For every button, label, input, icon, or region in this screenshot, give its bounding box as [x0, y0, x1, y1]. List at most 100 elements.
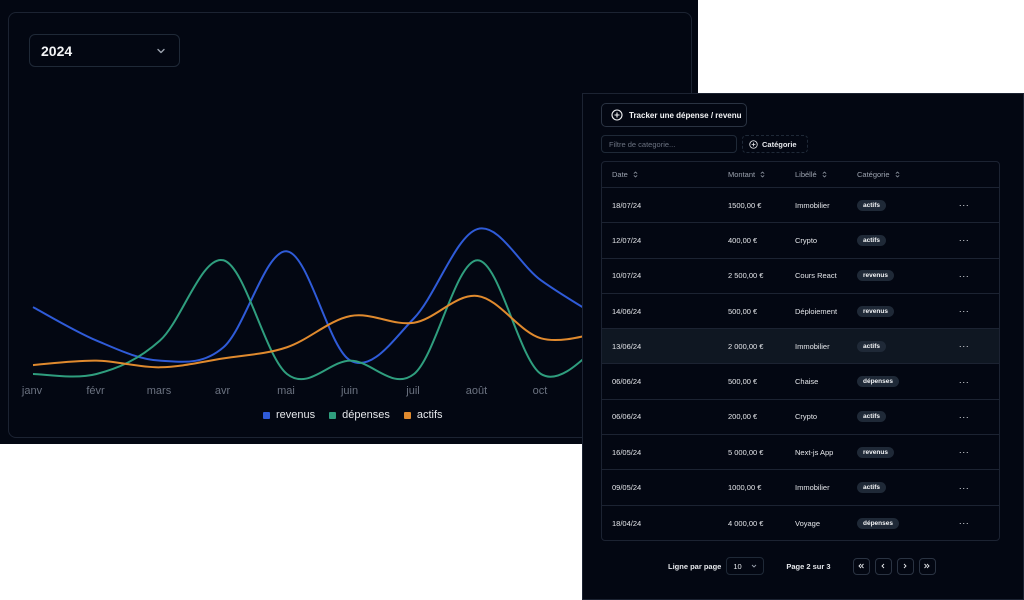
series-line-dépenses — [32, 259, 606, 381]
cell-amount: 500,00 € — [728, 306, 758, 316]
column-header-label: Date — [612, 170, 628, 179]
legend-item: actifs — [403, 409, 443, 421]
cell-date: 13/06/24 — [612, 341, 642, 351]
row-actions-menu-icon[interactable]: ··· — [954, 412, 974, 422]
row-actions-menu-icon[interactable]: ··· — [954, 341, 974, 351]
column-header-category[interactable]: Catégorie — [857, 170, 954, 179]
previous-page-button[interactable] — [874, 557, 892, 575]
cell-amount: 400,00 € — [728, 235, 758, 245]
chevrons-right-icon — [924, 563, 930, 569]
row-actions-menu-icon[interactable]: ··· — [954, 235, 974, 245]
row-actions-menu-icon[interactable]: ··· — [954, 483, 974, 493]
row-actions-menu-icon[interactable]: ··· — [954, 271, 974, 281]
page-info: Page 2 sur 3 — [786, 561, 831, 571]
column-header-amount[interactable]: Montant — [728, 170, 795, 179]
table-header: Date Montant Libéllé Catégorie — [602, 162, 999, 188]
category-filter-input[interactable] — [601, 135, 737, 153]
cell-date: 14/06/24 — [612, 306, 642, 316]
category-filter-label: Catégorie — [762, 139, 797, 149]
row-actions-menu-icon[interactable]: ··· — [954, 447, 974, 457]
cell-category: actifs — [857, 411, 954, 423]
cell-label: Voyage — [795, 518, 821, 528]
rows-per-page-value: 10 — [733, 561, 742, 571]
category-badge: actifs — [857, 234, 886, 246]
next-page-button[interactable] — [896, 557, 914, 575]
track-transaction-label: Tracker une dépense / revenu — [629, 110, 742, 120]
legend-swatch — [329, 411, 337, 419]
cell-category: actifs — [857, 482, 954, 494]
column-header-label: Montant — [728, 170, 756, 179]
cell-category: revenus — [857, 270, 954, 282]
rows-per-page-label: Ligne par page — [668, 561, 722, 571]
cell-category: actifs — [857, 340, 954, 352]
cell-amount: 500,00 € — [728, 377, 758, 387]
cell-date: 06/06/24 — [612, 377, 642, 387]
legend-item: revenus — [263, 409, 315, 421]
rows-per-page-select[interactable]: 10 — [726, 557, 765, 575]
cell-amount: 2 000,00 € — [728, 341, 764, 351]
table-row[interactable]: 09/05/24 1000,00 € Immobilier actifs ··· — [602, 470, 999, 506]
legend-label: actifs — [416, 409, 443, 421]
cell-label: Chaise — [795, 377, 819, 387]
sort-icon — [822, 171, 827, 178]
cell-category: revenus — [857, 446, 954, 458]
table-row[interactable]: 06/06/24 500,00 € Chaise dépenses ··· — [602, 364, 999, 400]
table-row[interactable]: 16/05/24 5 000,00 € Next-js App revenus ··· — [602, 435, 999, 471]
track-transaction-button[interactable]: Tracker une dépense / revenu — [601, 103, 747, 127]
category-badge: dépenses — [857, 376, 899, 388]
legend-swatch — [403, 411, 411, 419]
table-row[interactable]: 18/07/24 1500,00 € Immobilier actifs ··· — [602, 188, 999, 224]
x-tick-label: avr — [215, 385, 231, 397]
cell-category: actifs — [857, 199, 954, 211]
table-row[interactable]: 12/07/24 400,00 € Crypto actifs ··· — [602, 223, 999, 259]
column-header-date[interactable]: Date — [602, 170, 728, 179]
row-actions-menu-icon[interactable]: ··· — [954, 377, 974, 387]
category-badge: actifs — [857, 482, 886, 494]
sort-icon — [633, 171, 638, 178]
table-body: 18/07/24 1500,00 € Immobilier actifs ··· 12/0… — [602, 188, 999, 540]
table-row[interactable]: 18/04/24 4 000,00 € Voyage dépenses ··· — [602, 506, 999, 540]
legend-label: revenus — [276, 409, 316, 421]
cell-category: revenus — [857, 305, 954, 317]
cell-category: actifs — [857, 234, 954, 246]
category-badge: dépenses — [857, 517, 899, 529]
cell-date: 18/04/24 — [612, 518, 642, 528]
cell-label: Crypto — [795, 235, 818, 245]
cell-amount: 4 000,00 € — [728, 518, 764, 528]
table-row[interactable]: 10/07/24 2 500,00 € Cours React revenus ··· — [602, 259, 999, 294]
first-page-button[interactable] — [852, 557, 870, 575]
table-row[interactable]: 06/06/24 200,00 € Crypto actifs ··· — [602, 400, 999, 436]
column-header-label-col[interactable]: Libéllé — [795, 170, 857, 179]
cell-amount: 1500,00 € — [728, 200, 762, 210]
cell-label: Immobilier — [795, 341, 830, 351]
cell-date: 10/07/24 — [612, 271, 642, 281]
sort-icon — [895, 171, 899, 178]
cell-label: Immobilier — [795, 200, 830, 210]
series-line-actifs — [32, 294, 605, 369]
cell-amount: 2 500,00 € — [728, 271, 764, 281]
last-page-button[interactable] — [918, 557, 936, 575]
row-actions-menu-icon[interactable]: ··· — [954, 306, 974, 316]
cell-label: Immobilier — [795, 483, 830, 493]
category-badge: actifs — [857, 340, 886, 352]
table-row[interactable]: 13/06/24 2 000,00 € Immobilier actifs ··· — [602, 329, 999, 365]
legend-label: dépenses — [342, 409, 390, 421]
cell-label: Cours React — [795, 271, 837, 281]
cell-label: Next-js App — [795, 447, 834, 457]
category-badge: actifs — [857, 199, 886, 211]
cell-label: Déploiement — [795, 306, 838, 316]
cell-category: dépenses — [857, 376, 954, 388]
series-line-revenus — [32, 227, 606, 364]
row-actions-menu-icon[interactable]: ··· — [954, 200, 974, 210]
x-tick-label: août — [466, 385, 487, 397]
cell-date: 12/07/24 — [612, 235, 642, 245]
plus-circle-icon — [749, 139, 758, 149]
pagination: Ligne par page 10 Page 2 sur 3 — [668, 557, 936, 575]
row-actions-menu-icon[interactable]: ··· — [954, 518, 974, 528]
x-tick-label: juin — [340, 385, 358, 397]
category-filter-button[interactable]: Catégorie — [742, 135, 808, 153]
legend-swatch — [263, 411, 270, 419]
x-tick-label: mai — [277, 385, 295, 397]
table-row[interactable]: 14/06/24 500,00 € Déploiement revenus ··· — [602, 294, 999, 330]
chevron-left-icon — [881, 563, 885, 569]
